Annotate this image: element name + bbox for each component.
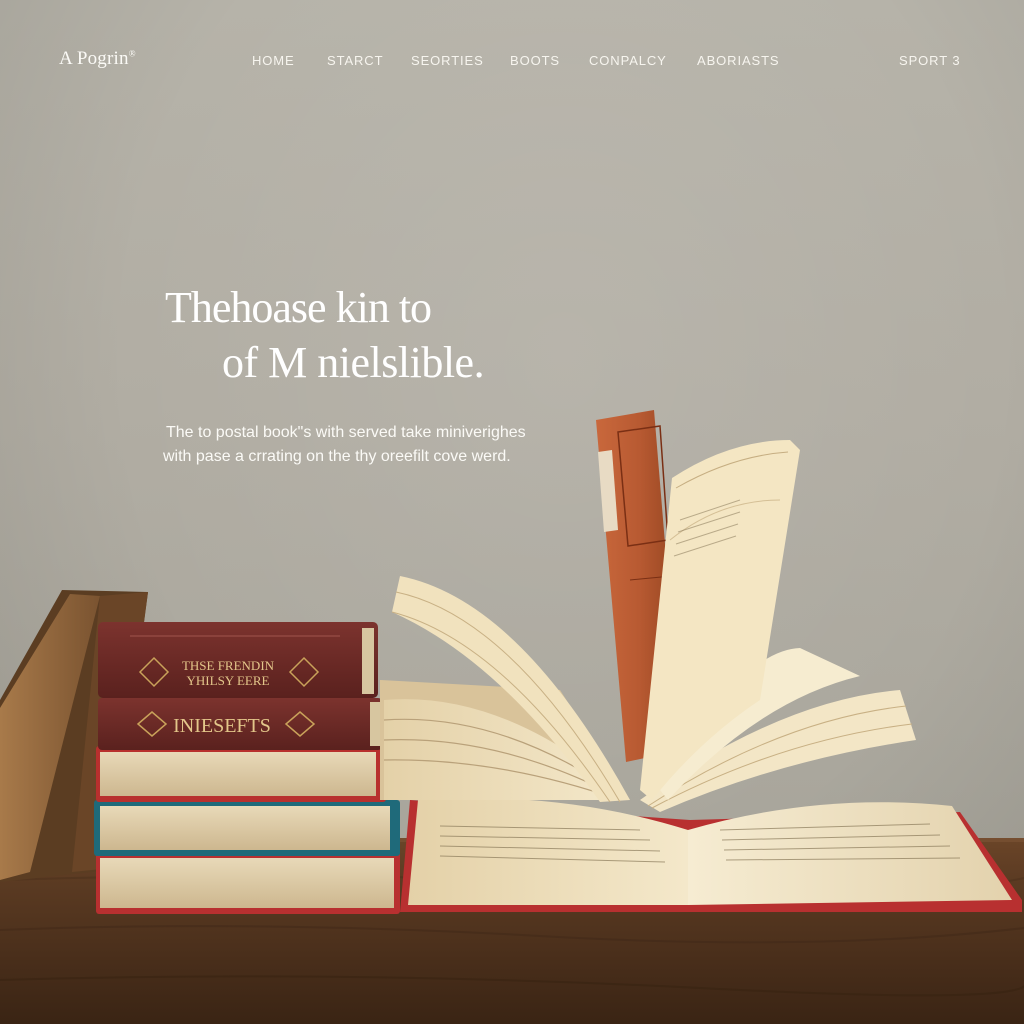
top-book-title-line-1: THSE FRENDIN: [182, 658, 275, 673]
books-illustration: THSE FRENDIN YHILSY EERE INIESEFTS: [0, 410, 1024, 1024]
open-book: [400, 798, 1022, 912]
second-book-title: INIESEFTS: [173, 715, 271, 737]
top-book-title-line-2: YHILSY EERE: [187, 673, 270, 688]
book-stack: THSE FRENDIN YHILSY EERE INIESEFTS: [94, 622, 400, 914]
